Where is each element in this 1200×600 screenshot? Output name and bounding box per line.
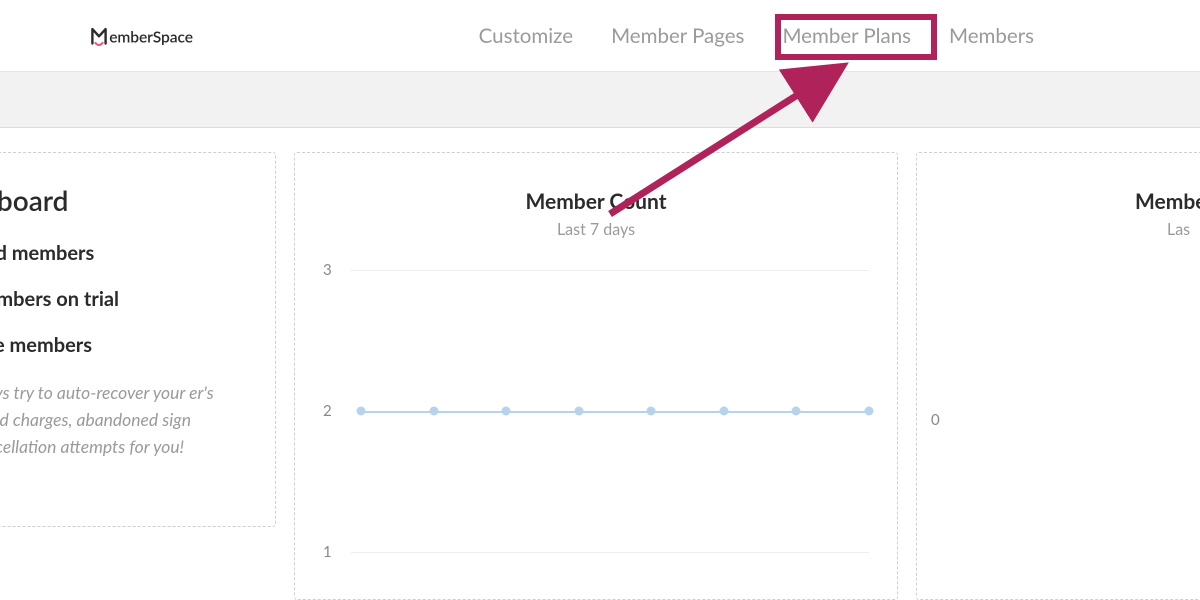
chart-plot-area: 3 2 1 bbox=[323, 261, 869, 561]
data-point bbox=[357, 407, 366, 416]
data-point bbox=[865, 407, 874, 416]
svg-text:emberSpace: emberSpace bbox=[109, 28, 193, 46]
dashboard-title: shboard bbox=[0, 183, 247, 217]
nav-members[interactable]: Members bbox=[949, 22, 1034, 50]
ytick-2: 2 bbox=[323, 402, 332, 420]
chart-title: Member Count bbox=[323, 189, 869, 214]
ytick-1: 1 bbox=[323, 543, 332, 561]
data-point bbox=[647, 407, 656, 416]
sub-header-band bbox=[0, 72, 1200, 128]
data-point bbox=[429, 407, 438, 416]
dashboard-card: shboard paid members members on trial fr… bbox=[0, 152, 276, 527]
brand-logo-svg: emberSpace bbox=[90, 22, 270, 50]
line-series bbox=[351, 261, 869, 561]
nav-member-plans[interactable]: Member Plans bbox=[782, 22, 911, 50]
dashboard-note: lways try to auto-recover your er's fail… bbox=[0, 379, 247, 460]
stat-trial-members: members on trial bbox=[0, 287, 247, 311]
revenue-title: Member bbox=[945, 189, 1200, 214]
ytick-3: 3 bbox=[323, 261, 332, 279]
content-row: shboard paid members members on trial fr… bbox=[0, 152, 1200, 600]
member-revenue-card: Member Las 0 bbox=[916, 152, 1200, 600]
brand-logo: emberSpace bbox=[90, 22, 270, 50]
data-point bbox=[719, 407, 728, 416]
revenue-subtitle: Las bbox=[945, 220, 1200, 239]
stat-paid-members: paid members bbox=[0, 241, 247, 265]
revenue-ytick-0: 0 bbox=[931, 411, 940, 429]
stat-free-members: free members bbox=[0, 333, 247, 357]
data-point bbox=[502, 407, 511, 416]
chart-subtitle: Last 7 days bbox=[323, 220, 869, 239]
top-header: emberSpace Customize Member Pages Member… bbox=[0, 0, 1200, 72]
nav-member-pages[interactable]: Member Pages bbox=[611, 22, 744, 50]
main-nav: Customize Member Pages Member Plans Memb… bbox=[479, 22, 1184, 50]
member-count-card: Member Count Last 7 days 3 2 1 bbox=[294, 152, 898, 600]
data-point bbox=[574, 407, 583, 416]
data-point bbox=[792, 407, 801, 416]
nav-customize[interactable]: Customize bbox=[479, 22, 573, 50]
